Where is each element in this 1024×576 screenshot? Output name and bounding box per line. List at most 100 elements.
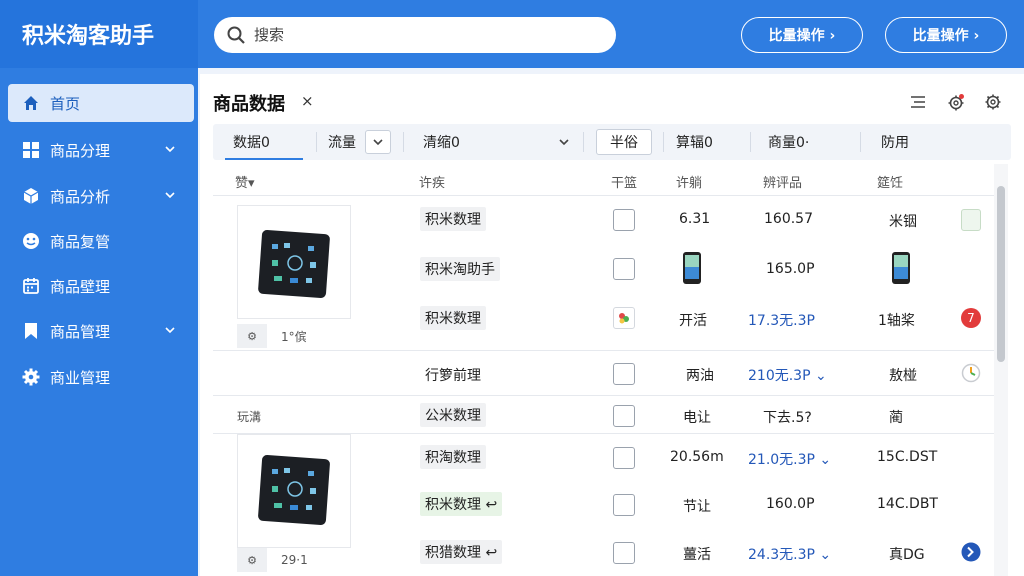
batch-action-button-2[interactable]: 比量操作 › (885, 17, 1007, 53)
chevron-down-icon[interactable] (558, 136, 570, 148)
sidebar-item-label: 商品分析 (50, 187, 111, 206)
product-name-tag[interactable]: 积米数理 ↩ (420, 492, 503, 516)
product-meta: ⚙︎ 1°傧 (237, 324, 307, 348)
timer-icon (961, 363, 981, 383)
tab-quantity[interactable]: 商量0· (768, 124, 809, 160)
phone-icon (683, 252, 701, 284)
batch-action-button[interactable]: 比量操作 › (741, 17, 863, 53)
column-header: 干篮 (611, 176, 638, 191)
settings-icon[interactable]: ⚙︎ (237, 548, 267, 572)
search-icon (227, 26, 245, 44)
cell-value: 米铟 (889, 214, 917, 230)
column-header: 筵饪 (877, 176, 904, 191)
sidebar-item-product-analysis[interactable]: 商品分析 (8, 177, 194, 215)
row-checkbox[interactable] (613, 363, 635, 385)
row-checkbox[interactable] (613, 258, 635, 280)
cell-value: 15C.DST (877, 449, 938, 465)
traffic-dropdown[interactable] (365, 130, 391, 154)
sidebar-item-home[interactable]: 首页 (8, 84, 194, 122)
home-icon (22, 94, 40, 112)
flower-icon (613, 307, 635, 329)
scrollbar[interactable] (994, 164, 1008, 576)
table-header: 赞▾ 许疾 干篮 许躺 辨评品 筵饪 (213, 166, 995, 194)
tab-label: 数据0 (233, 135, 270, 151)
row-checkbox[interactable] (613, 209, 635, 231)
divider (663, 132, 664, 152)
tab-label: 清缩0 (423, 135, 460, 151)
tab-data[interactable]: 数据0 (225, 124, 303, 160)
product-name-tag[interactable]: 积米数理 (420, 306, 486, 330)
tab-use[interactable]: 防用 (881, 124, 909, 160)
divider (213, 195, 995, 196)
meta-label: 1°傧 (281, 329, 307, 344)
cell-value: 蔺 (889, 410, 903, 426)
tab-label: 防用 (881, 135, 909, 151)
divider (750, 132, 751, 152)
notification-gear-icon[interactable] (946, 92, 966, 112)
cell-value: 1轴桨 (878, 313, 915, 329)
column-header: 许疾 (419, 176, 446, 191)
half-filter-button[interactable]: 半俗 (596, 129, 652, 155)
cell-value: 薑活 (683, 547, 711, 563)
column-header[interactable]: 赞▾ (235, 172, 255, 191)
product-name-tag[interactable]: 积猎数理 ↩ (420, 540, 503, 564)
product-name-tag[interactable]: 积淘数理 (420, 445, 486, 469)
product-name-tag[interactable]: 公米数理 (420, 403, 486, 427)
search-input[interactable] (254, 26, 594, 44)
chevron-down-icon (373, 139, 383, 146)
grid-icon (22, 141, 40, 159)
row-checkbox[interactable] (613, 447, 635, 469)
product-image[interactable] (237, 434, 351, 548)
product-name-tag[interactable]: 积米淘助手 (420, 257, 500, 281)
phone-icon (892, 252, 910, 284)
cell-value: 开活 (679, 313, 707, 329)
row-checkbox[interactable] (613, 542, 635, 564)
divider (213, 395, 995, 396)
close-tab-button[interactable]: × (301, 92, 314, 110)
sidebar-item-label: 商品管理 (50, 322, 111, 341)
main-panel: 商品数据 × 数据0 流量 清缩0 半俗 算辐0 商量0· 防用 赞▾ 许疾 干… (200, 74, 1024, 576)
search-box[interactable] (214, 17, 616, 53)
settings-icon[interactable]: ⚙︎ (237, 324, 267, 348)
tab-calc[interactable]: 算辐0 (676, 124, 713, 160)
sidebar-item-product-manage[interactable]: 商品管理 (8, 312, 194, 350)
product-name[interactable]: 行箩前理 (425, 365, 481, 385)
scrollbar-thumb[interactable] (997, 186, 1005, 362)
tab-traffic[interactable]: 流量 (328, 124, 356, 160)
cell-value: 14C.DBT (877, 496, 938, 512)
sidebar-item-label: 商品复管 (50, 232, 111, 251)
cell-value: 160.0P (766, 496, 815, 512)
cell-value: 敖椪 (889, 368, 917, 384)
divider (213, 350, 995, 351)
cell-value: 6.31 (679, 211, 711, 227)
settings-gear-icon[interactable] (983, 92, 1003, 112)
arrow-right-circle-icon[interactable] (961, 542, 981, 562)
product-image[interactable] (237, 205, 351, 319)
cell-value: 160.57 (764, 211, 813, 227)
gear-icon (22, 368, 40, 386)
cell-value[interactable]: 24.3无.3P ⌄ (748, 544, 831, 564)
cell-value[interactable]: 210无.3P ⌄ (748, 365, 827, 385)
cell-value: 真DG (889, 547, 925, 563)
box-icon (22, 187, 40, 205)
cell-value: 节让 (683, 499, 711, 515)
cell-value[interactable]: 21.0无.3P ⌄ (748, 449, 831, 469)
list-settings-icon[interactable] (908, 92, 928, 112)
cell-value: 165.0P (766, 261, 815, 277)
cell-value: 17.3无.3P (748, 313, 815, 329)
product-meta: ⚙︎ 29·1 (237, 548, 308, 572)
cell-value: 下去.5? (763, 410, 812, 426)
row-checkbox[interactable] (613, 405, 635, 427)
smile-icon (22, 232, 40, 250)
sidebar-item-product-schedule[interactable]: 商品壁理 (8, 267, 194, 305)
sidebar-item-product-sort[interactable]: 商品分理 (8, 131, 194, 169)
row-checkbox[interactable] (613, 494, 635, 516)
cell-value: 两油 (686, 368, 714, 384)
tab-label: 算辐0 (676, 135, 713, 151)
product-name-tag[interactable]: 积米数理 (420, 207, 486, 231)
sidebar-item-business-manage[interactable]: 商业管理 (8, 358, 194, 396)
cell-value: 20.56m (670, 449, 724, 465)
sidebar-item-product-review[interactable]: 商品复管 (8, 222, 194, 260)
tab-clear[interactable]: 清缩0 (423, 124, 460, 160)
chevron-down-icon (165, 146, 175, 153)
